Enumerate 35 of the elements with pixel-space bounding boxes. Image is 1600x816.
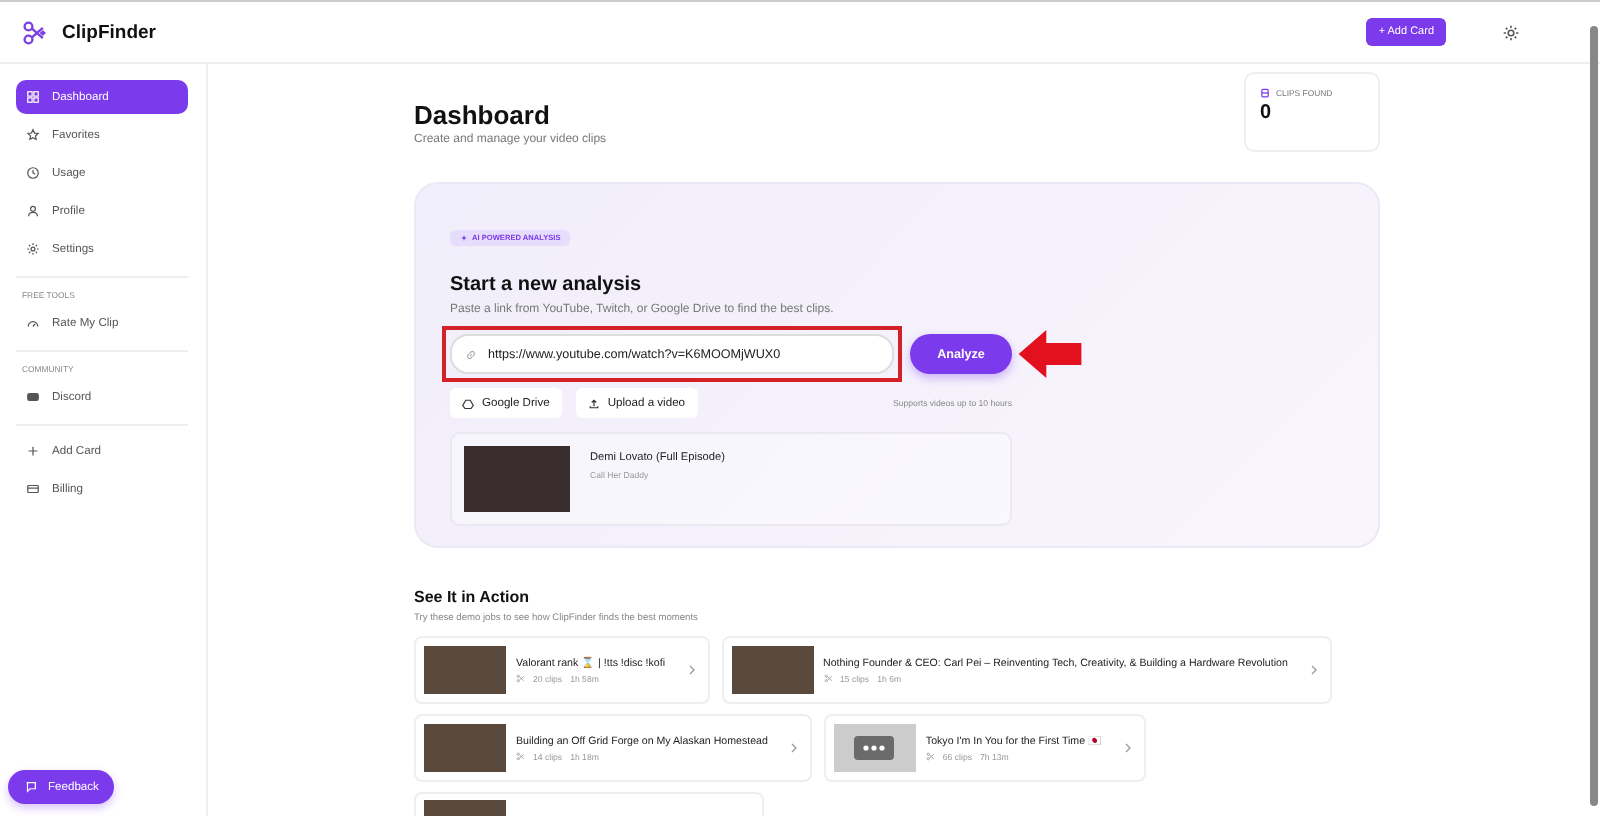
sun-icon [1502, 23, 1520, 41]
photo-placeholder [424, 646, 506, 694]
arrow-drawing [1016, 330, 1084, 378]
chat-bubble-icon [24, 780, 38, 794]
chevron-right-icon [1124, 742, 1133, 754]
scissors-icon [516, 751, 525, 761]
photo-placeholder [424, 724, 506, 772]
section-title: See It in Action [414, 588, 531, 606]
credit-card-icon [26, 482, 40, 496]
more-icon [854, 736, 895, 760]
page-title: Dashboard [414, 102, 552, 130]
drive-icon [462, 397, 474, 409]
clock-icon [26, 166, 40, 180]
film-icon [1260, 88, 1270, 98]
scrollbar[interactable] [1590, 26, 1598, 806]
gauge-icon [26, 316, 40, 330]
stat-value: 0 [1260, 102, 1274, 124]
chevron-right-icon [687, 664, 696, 676]
chevron-right-icon [1309, 664, 1318, 676]
section-title: Start a new analysis [450, 274, 644, 298]
scissors-icon [823, 673, 833, 683]
scissors-icon [925, 752, 935, 762]
scissors-icon [516, 674, 525, 684]
scissors-logo-icon [22, 19, 48, 45]
sparkle-icon [460, 234, 468, 242]
app-name: ClipFinder [62, 21, 156, 43]
photo-placeholder [464, 446, 570, 512]
photo-placeholder [731, 646, 814, 694]
person-icon [26, 204, 40, 218]
upload-icon [587, 397, 600, 409]
settings-icon [26, 242, 40, 256]
star-icon [26, 128, 40, 142]
chevron-right-icon [789, 742, 798, 754]
grid-icon [26, 90, 40, 104]
plus-icon [26, 444, 40, 458]
